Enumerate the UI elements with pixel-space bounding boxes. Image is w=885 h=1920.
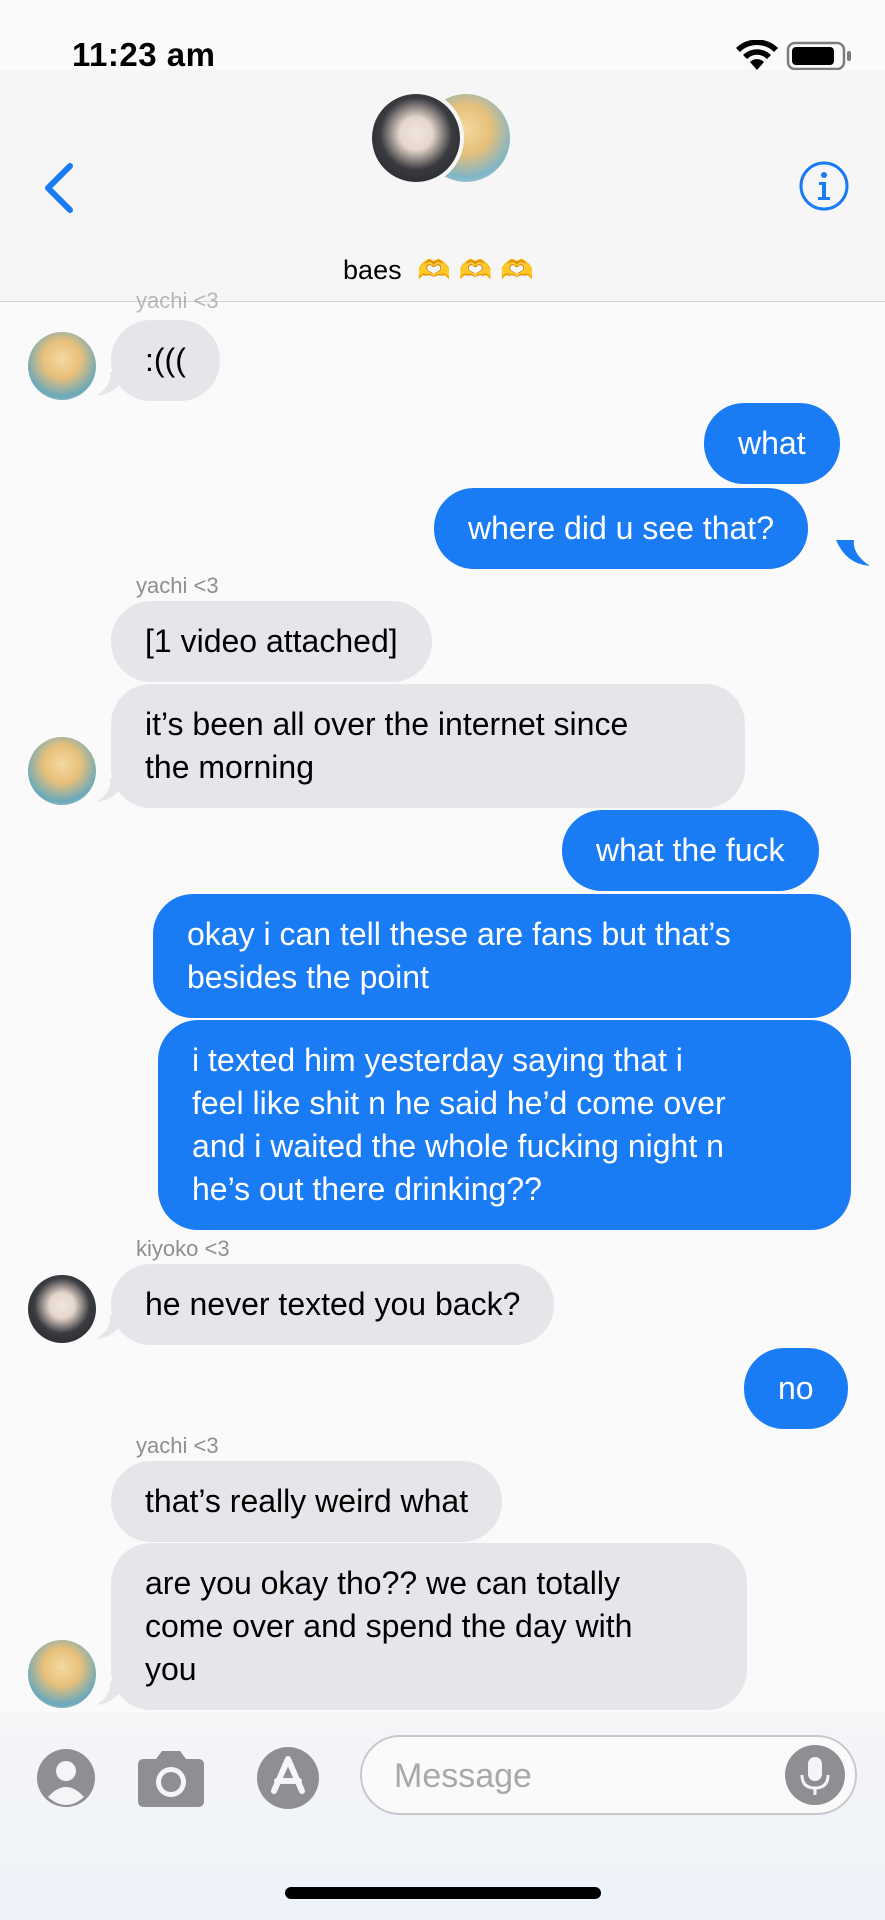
message-bubble[interactable]: i texted him yesterday saying that i fee… [158, 1020, 851, 1230]
message-bubble[interactable]: okay i can tell these are fans but that’… [153, 894, 851, 1018]
app-store-icon[interactable] [250, 1745, 330, 1811]
conversation-header: baes 🫶🫶🫶 [0, 70, 885, 302]
chevron-left-icon[interactable] [38, 158, 82, 218]
message-bubble[interactable]: where did u see that? [434, 488, 808, 569]
avatar-kiyoko [368, 90, 464, 186]
group-name[interactable]: baes 🫶🫶🫶 [0, 254, 885, 286]
sender-name: yachi <3 [136, 573, 219, 598]
message-bubble[interactable]: what the fuck [562, 810, 819, 891]
wifi-icon [736, 40, 778, 70]
group-name-label: baes [343, 255, 402, 285]
message-bubble[interactable]: :((( [111, 320, 220, 401]
microphone-icon[interactable] [785, 1745, 845, 1805]
status-time: 11:23 am [72, 36, 216, 73]
heart-hands-emoji: 🫶🫶🫶 [417, 255, 542, 285]
message-bubble[interactable]: what [704, 403, 840, 484]
message-thread: yachi <3 :((( what where did u see that?… [0, 288, 885, 1722]
message-bubble[interactable]: it’s been all over the internet since th… [111, 684, 745, 808]
battery-icon [786, 41, 851, 71]
group-avatar[interactable] [368, 90, 518, 190]
avatar-kiyoko [28, 1275, 96, 1343]
sender-name: yachi <3 [136, 288, 219, 313]
camera-icon[interactable] [134, 1747, 208, 1809]
message-bubble[interactable]: that’s really weird what [111, 1461, 503, 1542]
home-indicator[interactable] [285, 1887, 601, 1899]
info-circle-icon[interactable] [798, 160, 850, 212]
message-bubble[interactable]: are you okay tho?? we can totally come o… [111, 1543, 747, 1710]
message-bubble[interactable]: he never texted you back? [111, 1264, 555, 1345]
avatar-yachi [28, 1640, 96, 1708]
message-bubble[interactable]: [1 video attached] [111, 601, 432, 682]
messages-screen: 11:23 am baes 🫶🫶🫶 yachi <3:(((what whe… [0, 0, 885, 1920]
avatar-yachi [28, 737, 96, 805]
avatar-yachi [28, 332, 96, 400]
message-input-field[interactable] [360, 1735, 857, 1815]
sender-name: yachi <3 [136, 1433, 219, 1458]
sender-name: kiyoko <3 [136, 1236, 230, 1261]
person-circle-icon[interactable] [35, 1747, 97, 1809]
bubble-tail [836, 540, 870, 566]
message-input[interactable] [392, 1751, 772, 1801]
message-bubble[interactable]: no [744, 1348, 848, 1429]
